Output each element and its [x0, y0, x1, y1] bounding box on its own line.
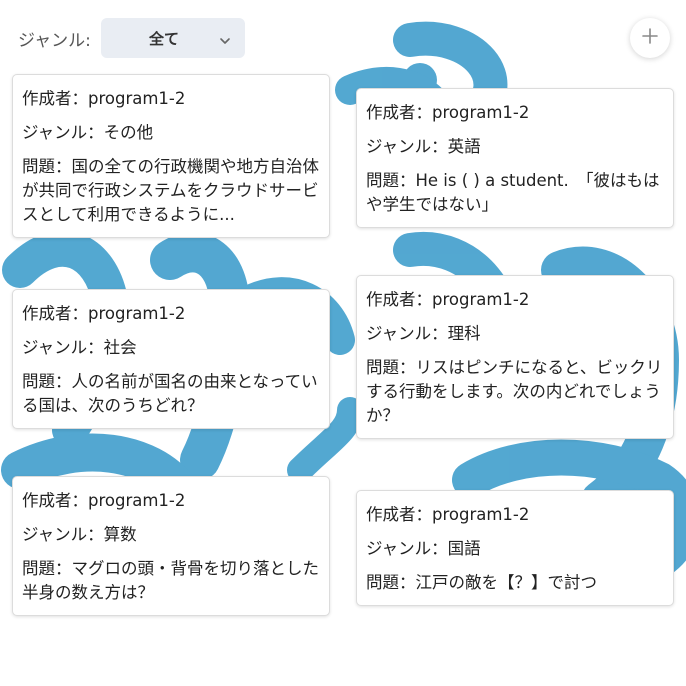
card-author: 作成者：program1-2 — [22, 89, 186, 108]
card-question: 問題：He is ( ) a student. 「彼はもはや学生ではない」 — [366, 171, 660, 214]
card-genre: ジャンル：社会 — [22, 338, 137, 357]
card-question: 問題：マグロの頭・背骨を切り落とした半身の数え方は？ — [22, 559, 319, 602]
genre-select[interactable]: 全て — [101, 18, 245, 58]
card-author: 作成者：program1-2 — [22, 304, 186, 323]
card-question: 問題：国の全ての行政機関や地方自治体が共同で行政システムをクラウドサービスとして… — [22, 157, 319, 224]
card-genre: ジャンル：理科 — [366, 324, 481, 343]
question-card[interactable]: 作成者：program1-2 ジャンル：理科 問題：リスはピンチになると、ビック… — [356, 275, 674, 439]
question-card[interactable]: 作成者：program1-2 ジャンル：英語 問題：He is ( ) a st… — [356, 88, 674, 228]
card-author: 作成者：program1-2 — [366, 103, 530, 122]
plus-icon — [641, 27, 659, 49]
question-card[interactable]: 作成者：program1-2 ジャンル：社会 問題：人の名前が国名の由来となって… — [12, 289, 330, 429]
card-author: 作成者：program1-2 — [366, 505, 530, 524]
genre-select-value: 全て — [149, 30, 180, 48]
question-card[interactable]: 作成者：program1-2 ジャンル：その他 問題：国の全ての行政機関や地方自… — [12, 74, 330, 238]
card-genre: ジャンル：その他 — [22, 123, 154, 142]
card-question: 問題：人の名前が国名の由来となっている国は、次のうちどれ？ — [22, 372, 318, 415]
card-question: 問題：リスはピンチになると、ビックリする行動をします。次の内どれでしょうか？ — [366, 358, 663, 425]
question-card[interactable]: 作成者：program1-2 ジャンル：算数 問題：マグロの頭・背骨を切り落とし… — [12, 476, 330, 616]
card-author: 作成者：program1-2 — [22, 491, 186, 510]
genre-filter-bar: ジャンル: 全て — [0, 0, 686, 70]
genre-filter-label: ジャンル: — [18, 31, 91, 51]
chevron-down-icon — [219, 32, 231, 51]
question-card[interactable]: 作成者：program1-2 ジャンル：国語 問題：江戸の敵を【？】で討つ — [356, 490, 674, 606]
card-genre: ジャンル：国語 — [366, 539, 481, 558]
card-genre: ジャンル：算数 — [22, 525, 137, 544]
card-genre: ジャンル：英語 — [366, 137, 481, 156]
card-author: 作成者：program1-2 — [366, 290, 530, 309]
card-question: 問題：江戸の敵を【？】で討つ — [366, 573, 597, 592]
add-question-button[interactable] — [630, 18, 670, 58]
